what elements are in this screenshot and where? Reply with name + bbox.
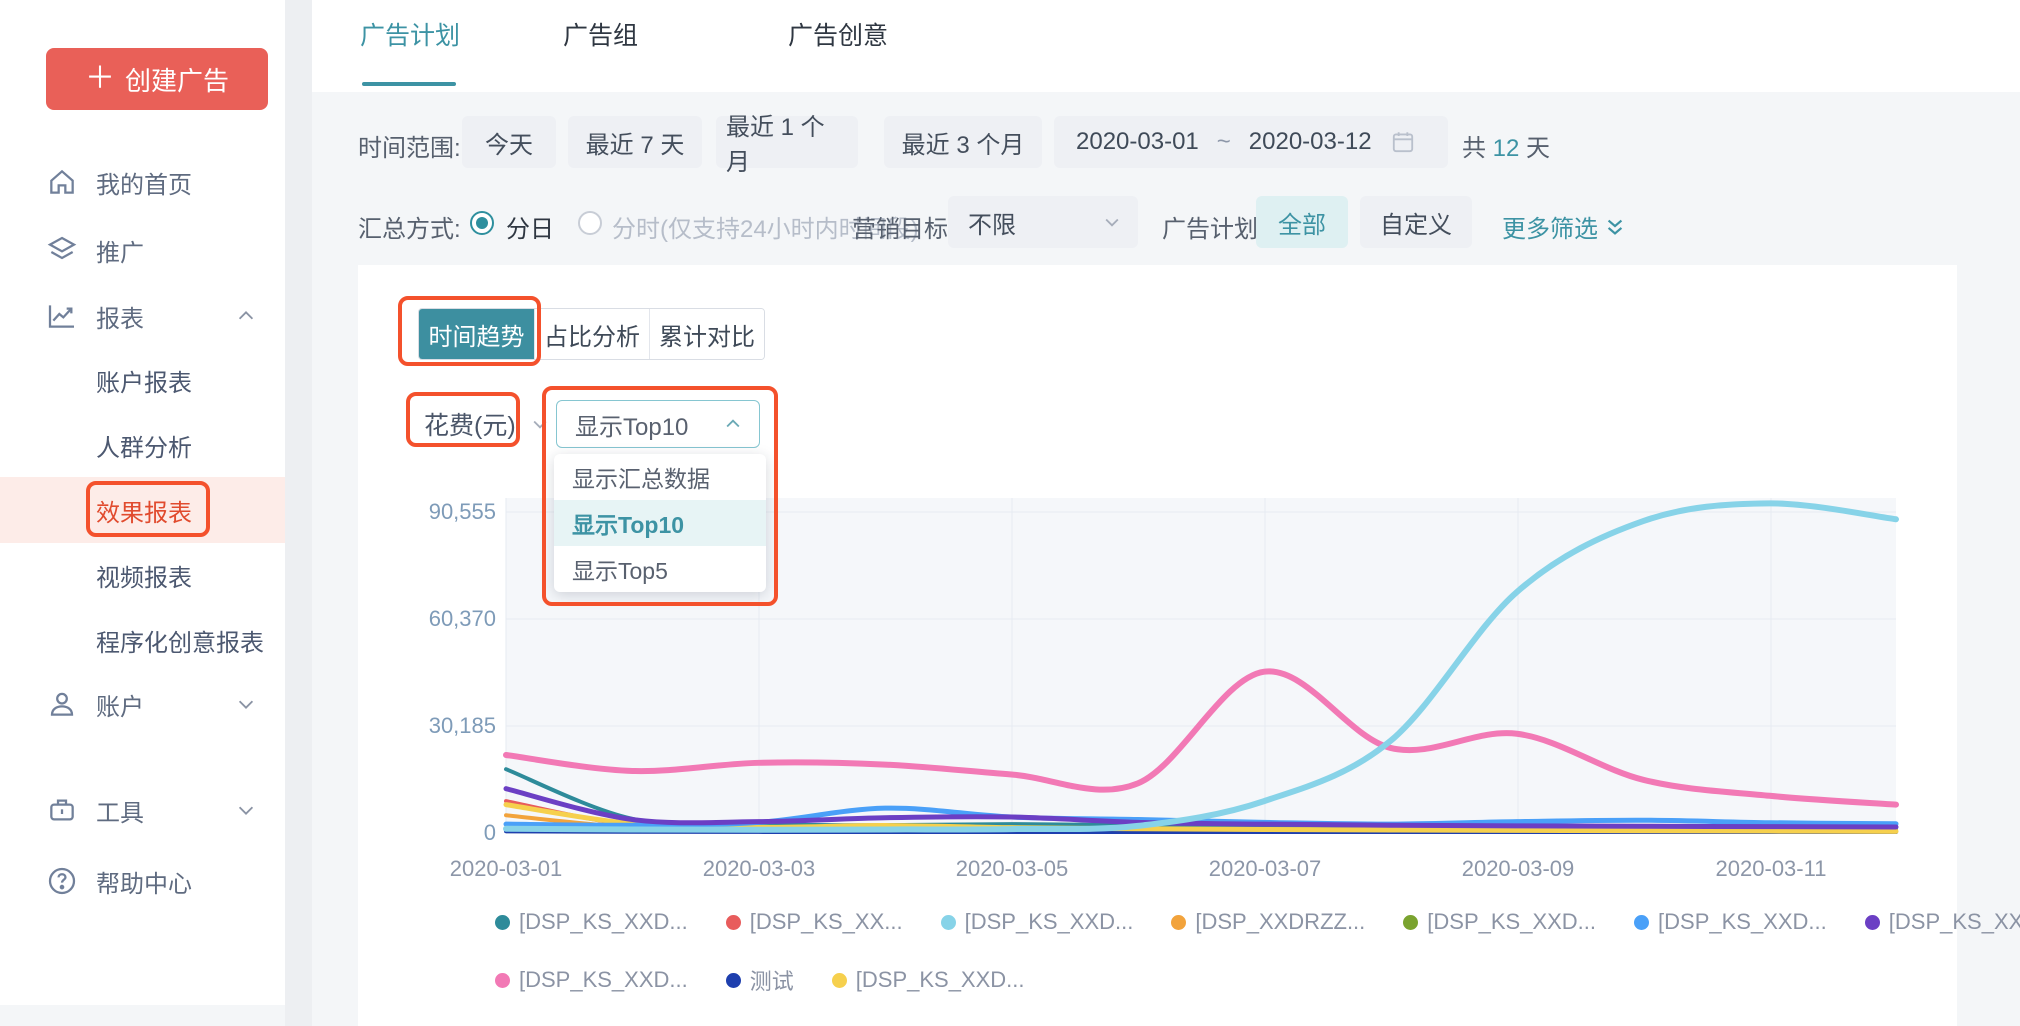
sidebar-subitem-audience-analysis[interactable]: 人群分析 (0, 413, 285, 477)
y-tick-0: 0 (396, 820, 496, 846)
legend-item[interactable]: [DSP_KS_XX... (726, 909, 903, 935)
chevron-up-icon (723, 414, 743, 434)
sidebar-item-label: 报表 (96, 299, 144, 334)
option-show-top10[interactable]: 显示Top10 (554, 500, 766, 546)
legend-item[interactable]: [DSP_KS_XXD... (832, 967, 1025, 993)
plus-icon: ＋ (85, 64, 115, 94)
sidebar-item-account[interactable]: 账户 (0, 672, 285, 736)
legend-dot-icon (726, 973, 741, 988)
legend-label: [DSP_KS_XXD... (519, 967, 688, 993)
sidebar-item-label: 我的首页 (96, 165, 192, 200)
legend-dot-icon (1403, 915, 1418, 930)
legend-item[interactable]: [DSP_KS_XXD... (495, 967, 688, 993)
chart-legend-row-1: [DSP_KS_XXD... [DSP_KS_XX... [DSP_KS_XXD..… (495, 902, 2020, 942)
legend-dot-icon (941, 915, 956, 930)
create-ad-button[interactable]: ＋ 创建广告 (46, 48, 268, 110)
legend-label: [DSP_XXDRZZ... (1195, 909, 1365, 935)
x-tick-0303: 2020-03-03 (659, 856, 859, 882)
y-tick-60370: 60,370 (396, 606, 496, 632)
legend-label: [DSP_KS_XXD... (856, 967, 1025, 993)
legend-dot-icon (726, 915, 741, 930)
top-n-select[interactable]: 显示Top10 (556, 400, 760, 448)
create-ad-label: 创建广告 (125, 61, 229, 98)
sidebar-item-reports[interactable]: 报表 (0, 284, 285, 348)
x-tick-0305: 2020-03-05 (912, 856, 1112, 882)
chevron-down-icon (235, 799, 257, 821)
legend-label: [DSP_KS_XXD... (1427, 909, 1596, 935)
legend-item[interactable]: [DSP_KS_XXD... (1865, 909, 2020, 935)
x-tick-0307: 2020-03-07 (1165, 856, 1365, 882)
legend-label: 测试 (750, 964, 794, 996)
layers-icon (46, 234, 78, 266)
sidebar-subitem-label: 视频报表 (96, 558, 192, 593)
legend-label: [DSP_KS_XXD... (1889, 909, 2020, 935)
sidebar-item-help-center[interactable]: 帮助中心 (0, 849, 285, 913)
page: 广告计划 广告组 广告创意 ＋ 创建广告 我的首页 推广 报表 (0, 0, 2020, 1026)
legend-dot-icon (1865, 915, 1880, 930)
x-tick-0309: 2020-03-09 (1418, 856, 1618, 882)
legend-item[interactable]: [DSP_KS_XXD... (1403, 909, 1596, 935)
legend-item[interactable]: [DSP_KS_XXD... (941, 909, 1134, 935)
x-tick-0311: 2020-03-11 (1671, 856, 1871, 882)
top-n-dropdown-menu: 显示汇总数据 显示Top10 显示Top5 (554, 454, 766, 592)
y-tick-30185: 30,185 (396, 713, 496, 739)
chevron-down-icon (235, 693, 257, 715)
sidebar-item-label: 账户 (96, 687, 144, 722)
toolbox-icon (46, 794, 78, 826)
user-icon (46, 688, 78, 720)
sidebar-item-home[interactable]: 我的首页 (0, 150, 285, 214)
legend-item[interactable]: [DSP_KS_XXD... (1634, 909, 1827, 935)
sidebar-item-tools[interactable]: 工具 (0, 778, 285, 842)
legend-item[interactable]: [DSP_XXDRZZ... (1171, 909, 1365, 935)
legend-dot-icon (495, 973, 510, 988)
sidebar-item-promotion[interactable]: 推广 (0, 218, 285, 282)
sidebar: ＋ 创建广告 我的首页 推广 报表 账户报表 (0, 0, 285, 1005)
chart-icon (46, 300, 78, 332)
x-tick-0301: 2020-03-01 (406, 856, 606, 882)
sidebar-subitem-effect-report[interactable]: 效果报表 (0, 478, 285, 542)
help-icon (46, 865, 78, 897)
legend-label: [DSP_KS_XXD... (519, 909, 688, 935)
sidebar-subitem-label: 效果报表 (96, 493, 192, 528)
top-n-select-value: 显示Top10 (575, 407, 688, 442)
sidebar-subitem-account-report[interactable]: 账户报表 (0, 348, 285, 412)
sidebar-subitem-label: 人群分析 (96, 428, 192, 463)
sidebar-item-label: 帮助中心 (96, 864, 192, 899)
legend-item[interactable]: 测试 (726, 964, 794, 996)
home-icon (46, 166, 78, 198)
sidebar-item-label: 工具 (96, 793, 144, 828)
chart-legend-row-2: [DSP_KS_XXD... 测试 [DSP_KS_XXD... (495, 960, 1025, 1000)
sidebar-item-label: 推广 (96, 233, 144, 268)
legend-label: [DSP_KS_XX... (750, 909, 903, 935)
legend-item[interactable]: [DSP_KS_XXD... (495, 909, 688, 935)
sidebar-subitem-label: 账户报表 (96, 363, 192, 398)
sidebar-subitem-label: 程序化创意报表 (96, 623, 264, 658)
y-tick-90555: 90,555 (396, 499, 496, 525)
chevron-up-icon (235, 305, 257, 327)
legend-dot-icon (1634, 915, 1649, 930)
legend-dot-icon (1171, 915, 1186, 930)
legend-label: [DSP_KS_XXD... (965, 909, 1134, 935)
legend-dot-icon (495, 915, 510, 930)
option-show-summary[interactable]: 显示汇总数据 (554, 454, 766, 500)
legend-dot-icon (832, 973, 847, 988)
option-show-top5[interactable]: 显示Top5 (554, 546, 766, 592)
legend-label: [DSP_KS_XXD... (1658, 909, 1827, 935)
sidebar-subitem-programmatic-creative-report[interactable]: 程序化创意报表 (0, 608, 285, 672)
sidebar-subitem-video-report[interactable]: 视频报表 (0, 543, 285, 607)
